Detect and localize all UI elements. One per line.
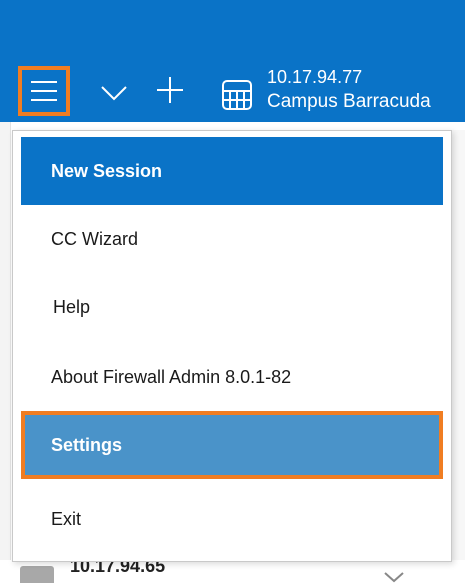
server-icon	[222, 80, 252, 110]
menu-item-label: About Firewall Admin 8.0.1-82	[51, 366, 292, 387]
connection-name: Campus Barracuda	[267, 91, 431, 112]
menu-item-exit[interactable]: Exit	[21, 485, 443, 553]
main-menu-dropdown: New Session CC Wizard Help About Firewal…	[12, 130, 452, 562]
menu-item-label: Settings	[51, 434, 123, 455]
chevron-down-icon[interactable]	[98, 76, 130, 108]
connection-ip: 10.17.94.77	[267, 67, 363, 87]
hamburger-menu-icon	[31, 81, 57, 101]
box-icon	[20, 566, 54, 583]
chevron-down-icon[interactable]	[382, 566, 406, 583]
menu-item-about[interactable]: About Firewall Admin 8.0.1-82	[21, 343, 443, 411]
title-bar: 10.17.94.77 Campus Barracuda	[0, 0, 465, 122]
plus-icon[interactable]	[154, 74, 186, 106]
menu-item-new-session[interactable]: New Session	[21, 137, 443, 205]
menu-item-label: Help	[53, 296, 91, 317]
menu-item-label: New Session	[51, 160, 163, 181]
menu-item-label: Exit	[51, 508, 82, 529]
menu-item-label: CC Wizard	[51, 228, 139, 249]
menu-item-settings[interactable]: Settings	[21, 411, 443, 479]
firewall-admin-window: 10.17.94.77 Campus Barracuda 10.17.94.65…	[0, 0, 465, 583]
left-panel-edge	[0, 122, 11, 583]
menu-item-cc-wizard[interactable]: CC Wizard	[21, 205, 443, 273]
menu-item-help[interactable]: Help	[21, 273, 443, 341]
hamburger-menu-button[interactable]	[18, 66, 70, 116]
